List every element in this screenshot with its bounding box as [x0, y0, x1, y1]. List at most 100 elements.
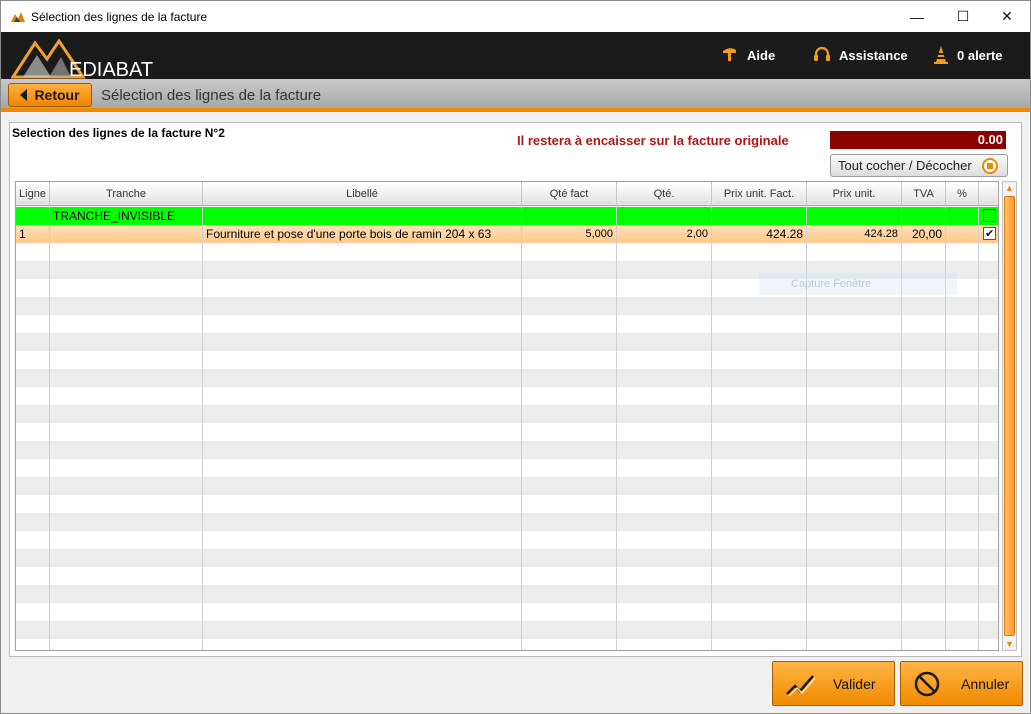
invoice-lines-grid[interactable]: Ligne Tranche Libellé Qté fact Qté. Prix unit… — [15, 181, 999, 651]
window-title: Sélection des lignes de la facture — [31, 9, 208, 24]
empty-row — [16, 333, 998, 351]
empty-row — [16, 441, 998, 459]
table-row[interactable]: TRANCHE_INVISIBLE — [16, 207, 998, 225]
header-col-check[interactable] — [979, 182, 998, 206]
cell-qte: 2,00 — [617, 225, 712, 243]
grid-scrollbar[interactable]: ▲ ▼ — [1002, 181, 1017, 651]
capture-window-tooltip: Capture Fenêtre — [759, 273, 957, 295]
logo-mark-icon: EDIABAT — [10, 38, 153, 81]
header-col-prix-unit[interactable]: Prix unit. — [807, 182, 902, 206]
minimize-button[interactable]: — — [894, 1, 940, 32]
application-window: Sélection des lignes de la facture — ☐ ✕… — [0, 0, 1031, 714]
header-col-ligne[interactable]: Ligne — [16, 182, 50, 206]
table-row[interactable]: 1 Fourniture et pose d'une porte bois de … — [16, 225, 998, 243]
cell-libelle: Fourniture et pose d'une porte bois de r… — [203, 225, 522, 243]
aide-label: Aide — [747, 47, 776, 63]
cell-qte — [617, 207, 712, 225]
mediabat-logo: EDIABAT — [10, 37, 171, 81]
valider-label: Valider — [833, 675, 876, 692]
help-hammer-icon — [723, 48, 736, 61]
cell-check — [979, 225, 998, 243]
empty-row — [16, 387, 998, 405]
header-col-qte-fact[interactable]: Qté fact — [522, 182, 617, 206]
cell-ligne — [16, 207, 50, 225]
empty-row — [16, 405, 998, 423]
empty-row — [16, 477, 998, 495]
cell-prix-fact — [712, 207, 807, 225]
cell-tva — [902, 207, 946, 225]
empty-row — [16, 567, 998, 585]
empty-row — [16, 315, 998, 333]
column-divider — [49, 206, 50, 650]
cell-tranche — [50, 225, 203, 243]
empty-row — [16, 603, 998, 621]
empty-row — [16, 531, 998, 549]
empty-row — [16, 351, 998, 369]
header-col-tranche[interactable]: Tranche — [50, 182, 203, 206]
page-title: Sélection des lignes de la facture — [101, 87, 322, 104]
empty-row — [16, 549, 998, 567]
cell-prix-fact: 424.28 — [712, 225, 807, 243]
scroll-down-icon[interactable]: ▼ — [1003, 638, 1016, 650]
header-col-tva[interactable]: TVA — [902, 182, 946, 206]
cell-tva: 20,00 — [902, 225, 946, 243]
toggle-all-label: Tout cocher / Décocher — [838, 158, 972, 173]
header-col-pct[interactable]: % — [946, 182, 979, 206]
cell-libelle — [203, 207, 522, 225]
empty-row — [16, 621, 998, 639]
empty-row — [16, 243, 998, 261]
alert-cone-icon — [934, 46, 948, 64]
cancel-circle-icon — [914, 671, 940, 696]
retour-label: Retour — [34, 87, 80, 103]
empty-row — [16, 297, 998, 315]
cell-qte-fact — [522, 207, 617, 225]
cell-prix-unit: 424.28 — [807, 225, 902, 243]
toggle-all-button[interactable]: Tout cocher / Décocher — [830, 154, 1008, 177]
check-chart-icon — [786, 674, 816, 697]
maximize-button[interactable]: ☐ — [940, 1, 986, 32]
retour-button[interactable]: Retour — [8, 83, 92, 107]
cell-pct — [946, 207, 979, 225]
cell-ligne: 1 — [16, 225, 50, 243]
invoice-title: Selection des lignes de la facture N°2 — [12, 126, 225, 140]
cell-check — [979, 207, 998, 225]
back-arrow-icon — [20, 89, 28, 101]
unchecked-checkbox[interactable] — [983, 209, 996, 222]
column-divider — [978, 206, 979, 650]
alerts-label: 0 alerte — [957, 47, 1003, 63]
column-divider — [202, 206, 203, 650]
column-divider — [711, 206, 712, 650]
aide-link[interactable]: Aide — [721, 46, 775, 64]
cell-qte-fact: 5,000 — [522, 225, 617, 243]
header-col-prix-fact[interactable]: Prix unit. Fact. — [712, 182, 807, 206]
logo-text: EDIABAT — [69, 59, 153, 79]
annuler-label: Annuler — [961, 675, 1010, 692]
mediabat-app-icon — [11, 11, 25, 22]
remaining-label: Il restera à encaisser sur la facture or… — [517, 133, 789, 148]
header-col-libelle[interactable]: Libellé — [203, 182, 522, 206]
cell-prix-unit — [807, 207, 902, 225]
grid-header: Ligne Tranche Libellé Qté fact Qté. Prix unit… — [16, 182, 998, 206]
annuler-button[interactable]: Annuler — [900, 661, 1023, 706]
title-bar[interactable]: Sélection des lignes de la facture — [1, 1, 1030, 32]
empty-row — [16, 369, 998, 387]
scrollbar-thumb[interactable] — [1004, 196, 1015, 636]
assistance-link[interactable]: Assistance — [813, 46, 908, 64]
empty-row — [16, 459, 998, 477]
toggle-radio-icon — [982, 158, 998, 174]
column-divider — [616, 206, 617, 650]
empty-row — [16, 495, 998, 513]
cell-pct — [946, 225, 979, 243]
close-button[interactable]: ✕ — [984, 1, 1030, 32]
empty-row — [16, 585, 998, 603]
assistance-label: Assistance — [839, 47, 908, 63]
scroll-up-icon[interactable]: ▲ — [1003, 182, 1016, 194]
empty-row — [16, 423, 998, 441]
column-divider — [521, 206, 522, 650]
remaining-value: 0.00 — [830, 131, 1006, 149]
cell-tranche: TRANCHE_INVISIBLE — [50, 207, 203, 225]
header-col-qte[interactable]: Qté. — [617, 182, 712, 206]
checked-checkbox[interactable] — [983, 225, 996, 243]
alerts-link[interactable]: 0 alerte — [933, 46, 1003, 64]
valider-button[interactable]: Valider — [772, 661, 895, 706]
